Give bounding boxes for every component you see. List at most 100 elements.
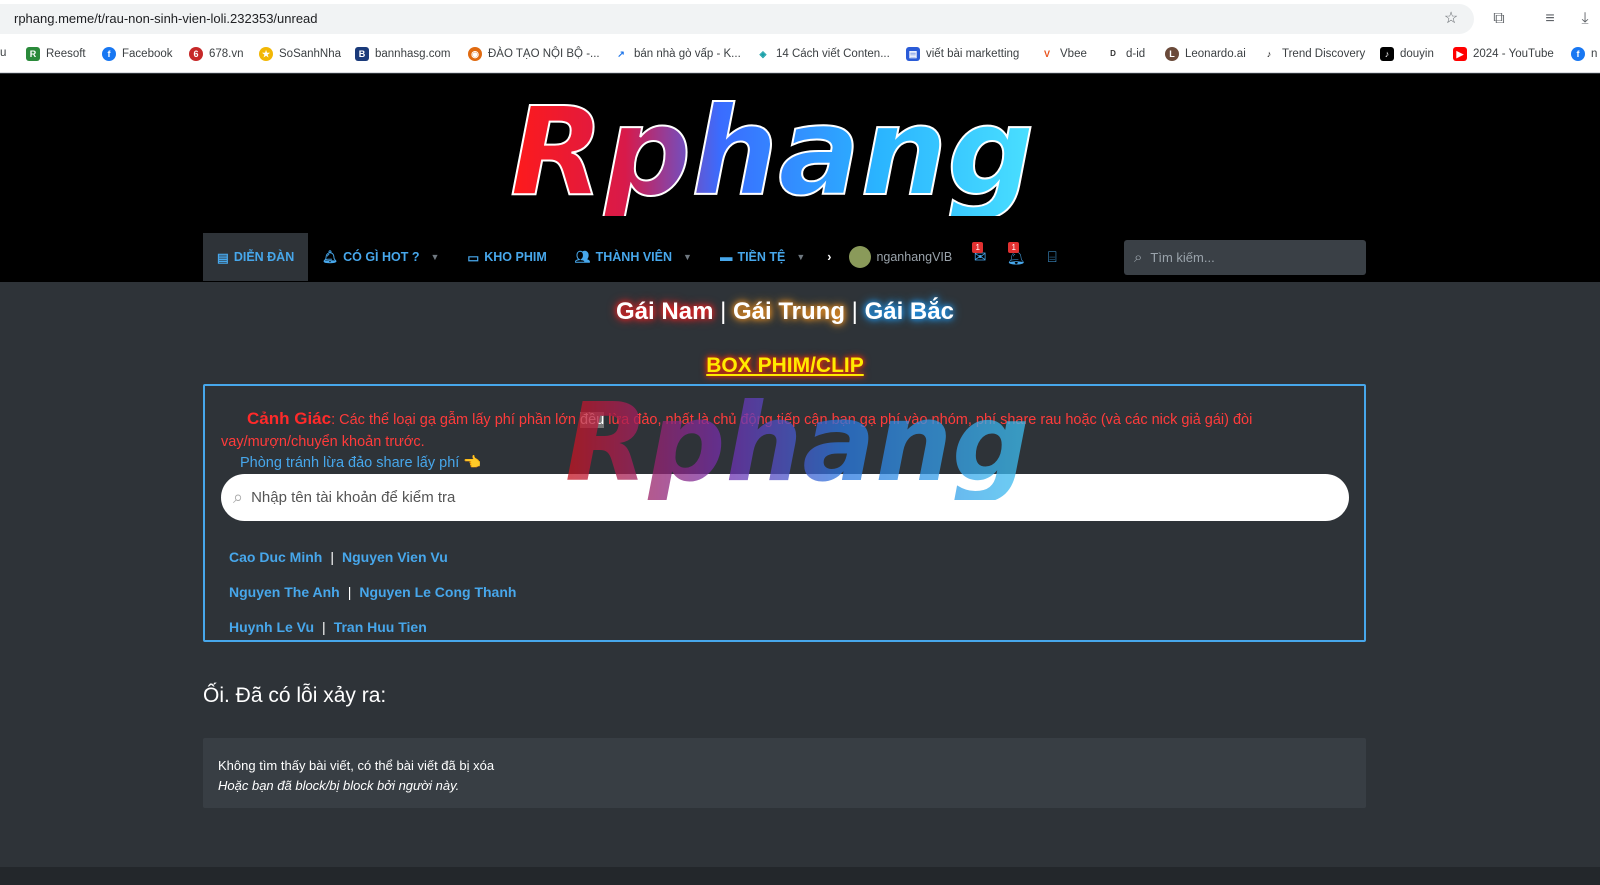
address-bar[interactable]: rphang.meme/t/rau-non-sinh-vien-loli.232… [0, 4, 1474, 34]
did-icon: D [1106, 47, 1120, 61]
bookmark-item[interactable]: Bbannhasg.com [355, 47, 450, 61]
nav-more[interactable]: › [819, 233, 839, 281]
nav-currency-label: TIỀN TỆ [737, 250, 786, 264]
list-item: Nguyen The Anh | Nguyen Le Cong Thanh [229, 575, 516, 610]
divider: | [851, 298, 858, 325]
scammer-link[interactable]: Nguyen Le Cong Thanh [359, 584, 516, 600]
video-icon: ▭ [467, 250, 480, 265]
store-icon: ⌸ [1047, 248, 1057, 266]
diamond-icon: ◈ [756, 47, 770, 61]
nav-hot[interactable]: 🔔︎ CÓ GÌ HOT ? ▼ [308, 233, 453, 281]
bookmark-item[interactable]: ♪ douyin [1380, 47, 1434, 61]
search-icon: ⌕ [1134, 249, 1143, 266]
sosanhnha-icon: ★ [259, 47, 273, 61]
warning-body: : Các thể loại gạ gẫm lấy phí phần lớn [331, 412, 581, 428]
folder-icon: ▬ [719, 250, 733, 264]
chevron-right-icon: › [827, 250, 832, 264]
account-check-placeholder: Nhập tên tài khoản để kiểm tra [251, 489, 456, 506]
scammer-list: Cao Duc Minh | Nguyen Vien Vu Nguyen The A… [229, 540, 516, 645]
nav-forum[interactable]: ▤ DIỄN ĐÀN [203, 233, 309, 281]
search-input[interactable]: ⌕ Tìm kiếm... [1124, 240, 1366, 275]
bookmark-item[interactable]: ◉ ĐÀO TẠO NỘI BỘ -... [468, 47, 600, 61]
nav-forum-label: DIỄN ĐÀN [233, 250, 295, 264]
list-item: Cao Duc Minh | Nguyen Vien Vu [229, 540, 516, 575]
error-hint: Hoặc bạn đã block/bị block bởi người này… [218, 778, 460, 793]
bookmark-item[interactable]: L Leonardo.ai [1165, 47, 1246, 61]
docs-icon: ▤ [906, 47, 920, 61]
bannhasg-icon: B [355, 47, 369, 61]
scammer-link[interactable]: Nguyen The Anh [229, 584, 340, 600]
chevron-down-icon[interactable]: ▼ [431, 252, 440, 262]
list-item: Huynh Le Vu | Tran Huu Tien [229, 610, 516, 645]
search-icon: ⌕ [233, 487, 244, 507]
nav-members[interactable]: 👥︎ THÀNH VIÊN ▼ [561, 233, 706, 281]
avatar [849, 246, 872, 268]
facebook-icon: f [102, 47, 116, 61]
region-north-link[interactable]: Gái Bắc [865, 298, 954, 325]
nav-members-label: THÀNH VIÊN [595, 250, 673, 264]
douyin-icon: ♪ [1380, 47, 1394, 61]
warning-heading: Cảnh Giác [247, 409, 332, 428]
vbee-icon: V [1040, 47, 1054, 61]
facebook-icon: f [1571, 47, 1585, 61]
bookmark-item[interactable]: u [0, 47, 6, 59]
download-icon[interactable]: ⤓ [1575, 9, 1595, 29]
error-title: Ối. Đã có lỗi xảy ra: [203, 684, 387, 707]
logo-text: Rphang [510, 86, 1035, 216]
bookmark-item[interactable]: Dd-id [1106, 47, 1145, 61]
divider: | [720, 298, 727, 325]
nav-hot-label: CÓ GÌ HOT ? [343, 250, 420, 264]
warning-text: Cảnh Giác: Các thể loại gạ gẫm lấy phí p… [221, 408, 1341, 453]
scammer-link[interactable]: Nguyen Vien Vu [342, 549, 448, 565]
bookmark-item[interactable]: ♪ Trend Discovery [1262, 47, 1365, 61]
678-icon: 6 [189, 47, 203, 61]
bookmark-item[interactable]: 6 678.vn [189, 47, 244, 61]
bookmark-item[interactable]: ↗ bán nhà gò vấp - K... [614, 47, 741, 61]
bookmark-item[interactable]: ▶ 2024 - YouTube [1453, 47, 1554, 61]
nav-movies[interactable]: ▭ KHO PHIM [453, 233, 560, 281]
region-central-link[interactable]: Gái Trung [733, 298, 845, 325]
bookmark-item[interactable]: ★ SoSanhNha [259, 47, 341, 61]
users-icon: 👥︎ [574, 249, 591, 264]
chevron-down-icon[interactable]: ▼ [796, 252, 805, 262]
main-nav: ▤ DIỄN ĐÀN 🔔︎ CÓ GÌ HOT ? ▼ ▭ KHO PHIM 👥… [203, 233, 1070, 281]
tiktok-icon: ♪ [1262, 47, 1276, 61]
warning-highlight: đều [580, 412, 605, 428]
bookmark-item[interactable]: R Reesoft [26, 47, 86, 61]
bookmark-item[interactable]: f Facebook [102, 47, 173, 61]
chart-icon: ↗ [614, 47, 628, 61]
scammer-link[interactable]: Cao Duc Minh [229, 549, 322, 565]
username: nganhangVIB [876, 250, 953, 264]
region-south-link[interactable]: Gái Nam [616, 298, 713, 325]
alerts-button[interactable]: 🔔︎ 1 [998, 242, 1034, 266]
account-check-input[interactable]: ⌕ Nhập tên tài khoản để kiểm tra [221, 474, 1349, 521]
bell-icon: 🔔︎ [322, 249, 339, 264]
error-message: Không tìm thấy bài viết, có thể bài viết… [218, 758, 495, 773]
browser-toolbar: rphang.meme/t/rau-non-sinh-vien-loli.232… [0, 0, 1600, 37]
store-button[interactable]: ⌸ [1034, 249, 1070, 266]
search-placeholder: Tìm kiếm... [1150, 250, 1215, 265]
youtube-icon: ▶ [1453, 47, 1467, 61]
scammer-link[interactable]: Huynh Le Vu [229, 619, 314, 635]
bookmark-item[interactable]: ◈ 14 Cách viết Conten... [756, 47, 890, 61]
warning-box: Cảnh Giác: Các thể loại gạ gẫm lấy phí p… [203, 384, 1366, 642]
chevron-down-icon[interactable]: ▼ [683, 252, 692, 262]
inbox-button[interactable]: ✉ 1 [962, 242, 998, 266]
region-links: Gái Nam | Gái Trung | Gái Bắc [0, 298, 1570, 326]
box-title-link[interactable]: BOX PHIM/CLIP [0, 354, 1570, 378]
error-box: Không tìm thấy bài viết, có thể bài viết… [203, 738, 1366, 808]
divider: | [347, 584, 352, 600]
site-logo[interactable]: Rphang [500, 86, 1070, 216]
bookmark-star-icon[interactable]: ☆ [1441, 9, 1461, 29]
scammer-link[interactable]: Tran Huu Tien [334, 619, 427, 635]
footer [0, 867, 1600, 885]
media-controls-icon[interactable]: ≡ [1540, 9, 1560, 29]
user-account[interactable]: nganhangVIB [839, 233, 962, 281]
divider: | [322, 619, 326, 635]
nav-movies-label: KHO PHIM [484, 250, 547, 264]
bookmark-item[interactable]: ▤ viết bài marketting [906, 47, 1019, 61]
bookmark-item[interactable]: fn [1571, 47, 1597, 61]
nav-currency[interactable]: ▬ TIỀN TỆ ▼ [706, 233, 819, 281]
extensions-icon[interactable]: ⧉ [1489, 9, 1509, 29]
bookmark-item[interactable]: V Vbee [1040, 47, 1087, 61]
